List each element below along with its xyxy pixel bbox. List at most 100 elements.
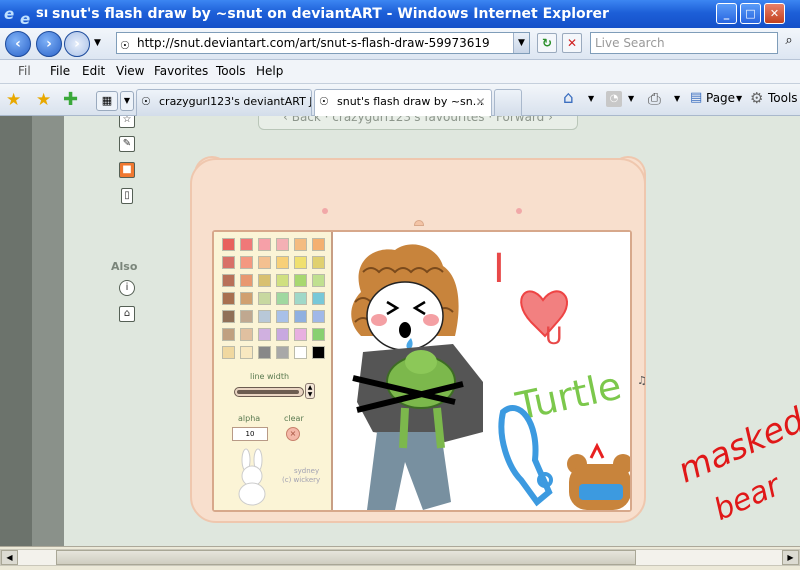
close-tab-icon[interactable]: ✕ bbox=[474, 96, 487, 109]
color-swatch[interactable] bbox=[240, 328, 253, 341]
home-dropdown-icon[interactable]: ▼ bbox=[588, 94, 594, 103]
scroll-left-icon[interactable]: ◀ bbox=[1, 550, 18, 565]
color-swatch[interactable] bbox=[276, 238, 289, 251]
mobile-icon[interactable]: ▯ bbox=[121, 188, 133, 204]
print-icon-side[interactable]: ■ bbox=[119, 162, 135, 178]
color-swatch[interactable] bbox=[276, 328, 289, 341]
tab-crazygurl-journal[interactable]: ☉ crazygurl123's deviantART J... bbox=[136, 89, 312, 116]
menu-item-favorites[interactable]: Favorites bbox=[154, 64, 208, 78]
page-menu-button[interactable]: Page bbox=[706, 91, 735, 105]
color-swatch[interactable] bbox=[222, 346, 235, 359]
home-icon[interactable]: ⌂ bbox=[563, 88, 574, 108]
color-swatch[interactable] bbox=[276, 292, 289, 305]
shop-icon[interactable]: ⌂ bbox=[119, 306, 135, 322]
favourite-icon[interactable]: ☆ bbox=[119, 116, 135, 128]
color-swatch[interactable] bbox=[312, 238, 325, 251]
color-swatch[interactable] bbox=[312, 310, 325, 323]
refresh-circle-button[interactable]: › bbox=[64, 31, 90, 57]
live-search-input[interactable]: Live Search bbox=[590, 32, 778, 54]
history-dropdown-icon[interactable]: ▼ bbox=[94, 38, 101, 48]
scrollbar-thumb[interactable] bbox=[56, 550, 636, 565]
color-swatch[interactable] bbox=[222, 274, 235, 287]
color-swatch[interactable] bbox=[276, 310, 289, 323]
drawing-canvas[interactable]: I U Turtle bbox=[333, 232, 630, 510]
comment-icon[interactable]: ✎ bbox=[119, 136, 135, 152]
gear-icon[interactable]: ⚙ bbox=[750, 89, 763, 107]
page-dropdown-icon[interactable]: ▼ bbox=[736, 94, 742, 103]
color-swatch[interactable] bbox=[222, 310, 235, 323]
color-swatch[interactable] bbox=[222, 238, 235, 251]
menu-item-view[interactable]: View bbox=[116, 64, 144, 78]
color-swatch[interactable] bbox=[240, 346, 253, 359]
color-swatch[interactable] bbox=[240, 274, 253, 287]
color-swatch[interactable] bbox=[312, 328, 325, 341]
color-swatch[interactable] bbox=[240, 292, 253, 305]
add-feed-plus-icon[interactable]: ✚ bbox=[63, 89, 78, 110]
address-dropdown-icon[interactable]: ▼ bbox=[513, 33, 529, 53]
color-swatch[interactable] bbox=[258, 292, 271, 305]
color-swatch[interactable] bbox=[276, 256, 289, 269]
page-menu-icon[interactable]: ▤ bbox=[690, 90, 702, 105]
forward-button[interactable]: › bbox=[36, 31, 62, 57]
color-swatch[interactable] bbox=[276, 274, 289, 287]
color-swatch[interactable] bbox=[240, 256, 253, 269]
alpha-input[interactable]: 10 bbox=[232, 427, 268, 441]
color-swatch[interactable] bbox=[222, 328, 235, 341]
color-swatch[interactable] bbox=[312, 256, 325, 269]
scroll-right-icon[interactable]: ▶ bbox=[782, 550, 799, 565]
menu-item-fil[interactable]: Fil bbox=[18, 64, 31, 78]
music-note-icon[interactable]: ♫ bbox=[637, 374, 647, 387]
tools-menu-button[interactable]: Tools bbox=[768, 91, 798, 105]
color-swatch[interactable] bbox=[222, 292, 235, 305]
menu-item-tools[interactable]: Tools bbox=[216, 64, 246, 78]
menu-item-file[interactable]: File bbox=[50, 64, 70, 78]
color-swatch[interactable] bbox=[294, 256, 307, 269]
color-swatch[interactable] bbox=[276, 346, 289, 359]
color-swatch[interactable] bbox=[294, 238, 307, 251]
search-icon[interactable]: ⌕ bbox=[779, 33, 799, 53]
color-swatch[interactable] bbox=[258, 274, 271, 287]
back-button[interactable]: ‹ bbox=[5, 31, 31, 57]
color-swatch[interactable] bbox=[294, 292, 307, 305]
stop-button[interactable]: ✕ bbox=[562, 33, 582, 53]
color-swatch[interactable] bbox=[294, 310, 307, 323]
maximize-button[interactable]: □ bbox=[740, 3, 761, 24]
color-swatch[interactable] bbox=[222, 256, 235, 269]
line-width-slider[interactable] bbox=[234, 387, 304, 397]
color-swatch[interactable] bbox=[312, 346, 325, 359]
print-icon[interactable]: ⎙ bbox=[648, 89, 661, 109]
color-swatch[interactable] bbox=[258, 238, 271, 251]
color-swatch[interactable] bbox=[312, 292, 325, 305]
add-favorites-star-icon[interactable]: ★ bbox=[36, 90, 51, 110]
minimize-button[interactable]: _ bbox=[716, 3, 737, 24]
feeds-icon[interactable]: ◔ bbox=[606, 91, 622, 107]
color-swatch[interactable] bbox=[258, 328, 271, 341]
deviation-nav-bar[interactable]: ‹ Back · crazygurl123's favourites · For… bbox=[258, 116, 578, 130]
color-swatch[interactable] bbox=[312, 274, 325, 287]
color-swatch[interactable] bbox=[240, 310, 253, 323]
tab-snut-flash-draw[interactable]: ☉ snut's flash draw by ~sn... ✕ bbox=[314, 89, 492, 116]
address-input[interactable]: ☉ http://snut.deviantart.com/art/snut-s-… bbox=[116, 32, 530, 54]
info-icon[interactable]: i bbox=[119, 280, 135, 296]
close-button[interactable]: ✕ bbox=[764, 3, 785, 24]
color-swatch[interactable] bbox=[258, 256, 271, 269]
print-dropdown-icon[interactable]: ▼ bbox=[674, 94, 680, 103]
color-swatch[interactable] bbox=[258, 310, 271, 323]
favorites-star-icon[interactable]: ★ bbox=[6, 90, 21, 110]
horizontal-scrollbar[interactable]: ◀ ▶ bbox=[0, 549, 800, 566]
color-swatch[interactable] bbox=[294, 274, 307, 287]
new-tab-button[interactable] bbox=[494, 89, 522, 116]
tab-list-dropdown-icon[interactable]: ▼ bbox=[120, 91, 134, 111]
color-swatch[interactable] bbox=[294, 328, 307, 341]
menu-item-help[interactable]: Help bbox=[256, 64, 283, 78]
menu-item-edit[interactable]: Edit bbox=[82, 64, 105, 78]
quick-tabs-icon[interactable]: ▦ bbox=[96, 91, 118, 111]
line-width-stepper[interactable]: ▲ ▼ bbox=[305, 383, 315, 399]
color-swatch[interactable] bbox=[258, 346, 271, 359]
color-swatch[interactable] bbox=[240, 238, 253, 251]
feeds-dropdown-icon[interactable]: ▼ bbox=[628, 94, 634, 103]
clear-button[interactable]: × bbox=[286, 427, 300, 441]
go-refresh-button[interactable]: ↻ bbox=[537, 33, 557, 53]
color-swatch[interactable] bbox=[294, 346, 307, 359]
line-width-slider-thumb[interactable] bbox=[237, 390, 299, 394]
